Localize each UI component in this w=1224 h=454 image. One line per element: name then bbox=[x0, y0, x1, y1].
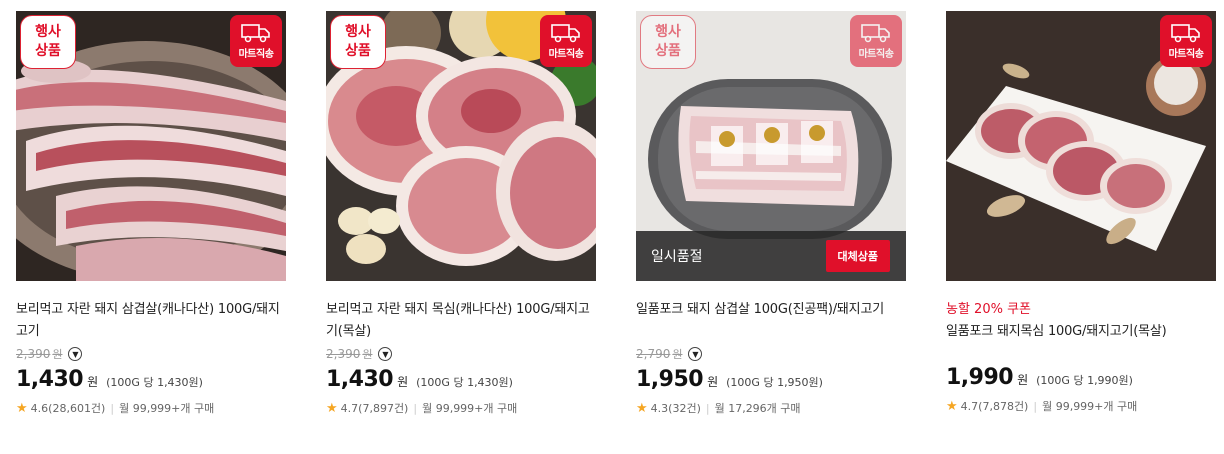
event-badge: 행사 상품 bbox=[640, 15, 696, 69]
rating-row: ★ 4.6 (28,601건) | 월 99,999+개 구매 bbox=[16, 400, 286, 416]
rating-value: 4.3 bbox=[650, 401, 669, 415]
truck-icon bbox=[861, 24, 890, 43]
product-card[interactable]: 행사 상품 마트직송 보리먹고 자란 돼지 삼겹살(캐나다산) 100G/돼지고… bbox=[16, 11, 286, 416]
soldout-overlay: 일시품절 대체상품 bbox=[636, 231, 906, 281]
rating-value: 4.7 bbox=[340, 401, 359, 415]
sale-price: 1,430 bbox=[326, 367, 394, 392]
mart-badge-label: 마트직송 bbox=[238, 49, 274, 60]
currency-label: 원 bbox=[707, 375, 719, 389]
unit-price: (100G 당 1,990원) bbox=[1036, 374, 1133, 387]
original-price: 2,790 bbox=[636, 347, 671, 361]
original-price: 2,390 bbox=[326, 347, 361, 361]
currency-label: 원 bbox=[397, 375, 409, 389]
price-row: 1,990 원 (100G 당 1,990원) bbox=[946, 365, 1216, 390]
product-title[interactable]: 일품포크 돼지 삼겹살 100G(진공팩)/돼지고기 bbox=[636, 299, 906, 343]
mart-badge-label: 마트직송 bbox=[1168, 49, 1204, 60]
original-price-row: 2,390 원 ▼ bbox=[16, 343, 286, 365]
mart-delivery-badge: 마트직송 bbox=[850, 15, 902, 67]
monthly-purchases: 월 17,296개 구매 bbox=[714, 402, 801, 415]
star-icon: ★ bbox=[326, 400, 338, 416]
product-title[interactable]: 보리먹고 자란 돼지 목심(캐나다산) 100G/돼지고기(목살) bbox=[326, 299, 596, 343]
chevron-down-icon[interactable]: ▼ bbox=[68, 347, 83, 361]
review-count: (32건) bbox=[668, 402, 701, 415]
rating-row: ★ 4.7 (7,878건) | 월 99,999+개 구매 bbox=[946, 398, 1216, 414]
original-price-unit: 원 bbox=[52, 348, 63, 361]
mart-delivery-badge: 마트직송 bbox=[540, 15, 592, 67]
product-image[interactable]: 행사 상품 마트직송 bbox=[326, 11, 596, 281]
monthly-purchases: 월 99,999+개 구매 bbox=[1042, 400, 1138, 413]
price-row: 1,430 원 (100G 당 1,430원) bbox=[16, 367, 286, 392]
coupon-promo: 농할 20% 쿠폰 bbox=[946, 302, 1031, 317]
review-count: (7,897건) bbox=[358, 402, 409, 415]
truck-icon bbox=[551, 24, 580, 43]
monthly-purchases: 월 99,999+개 구매 bbox=[119, 402, 215, 415]
star-icon: ★ bbox=[946, 398, 958, 414]
divider: | bbox=[110, 401, 115, 415]
unit-price: (100G 당 1,950원) bbox=[726, 376, 823, 389]
truck-icon bbox=[241, 24, 270, 43]
product-card[interactable]: 마트직송 농할 20% 쿠폰 일품포크 돼지목심 100G/돼지고기(목살) 1… bbox=[946, 11, 1216, 414]
product-card[interactable]: 행사 상품 마트직송 보리먹고 자란 돼지 목심(캐나다산) 100G/돼지고기… bbox=[326, 11, 596, 416]
original-price-unit: 원 bbox=[362, 348, 373, 361]
currency-label: 원 bbox=[1017, 373, 1029, 387]
star-icon: ★ bbox=[636, 400, 648, 416]
product-image[interactable]: 마트직송 bbox=[946, 11, 1216, 281]
divider: | bbox=[1033, 399, 1038, 413]
sale-price: 1,950 bbox=[636, 367, 704, 392]
divider: | bbox=[705, 401, 710, 415]
original-price-row: 2,790 원 ▼ bbox=[636, 343, 906, 365]
review-count: (7,878건) bbox=[978, 400, 1029, 413]
monthly-purchases: 월 99,999+개 구매 bbox=[422, 402, 518, 415]
mart-delivery-badge: 마트직송 bbox=[230, 15, 282, 67]
event-badge: 행사 상품 bbox=[330, 15, 386, 69]
rating-value: 4.7 bbox=[960, 399, 979, 413]
product-grid: 행사 상품 마트직송 보리먹고 자란 돼지 삼겹살(캐나다산) 100G/돼지고… bbox=[0, 0, 1224, 454]
soldout-label: 일시품절 bbox=[651, 249, 703, 265]
mart-badge-label: 마트직송 bbox=[548, 49, 584, 60]
chevron-down-icon[interactable]: ▼ bbox=[378, 347, 393, 361]
sale-price: 1,990 bbox=[946, 365, 1014, 390]
mart-badge-label: 마트직송 bbox=[858, 49, 894, 60]
sale-price: 1,430 bbox=[16, 367, 84, 392]
replacement-product-button[interactable]: 대체상품 bbox=[825, 240, 890, 272]
price-row: 1,950 원 (100G 당 1,950원) bbox=[636, 367, 906, 392]
divider: | bbox=[413, 401, 418, 415]
rating-row: ★ 4.3 (32건) | 월 17,296개 구매 bbox=[636, 400, 906, 416]
unit-price: (100G 당 1,430원) bbox=[106, 376, 203, 389]
star-icon: ★ bbox=[16, 400, 28, 416]
review-count: (28,601건) bbox=[48, 402, 106, 415]
mart-delivery-badge: 마트직송 bbox=[1160, 15, 1212, 67]
event-badge: 행사 상품 bbox=[20, 15, 76, 69]
product-image[interactable]: 행사 상품 마트직송 일시품절 대체상품 bbox=[636, 11, 906, 281]
unit-price: (100G 당 1,430원) bbox=[416, 376, 513, 389]
product-image[interactable]: 행사 상품 마트직송 bbox=[16, 11, 286, 281]
product-card[interactable]: 행사 상품 마트직송 일시품절 대체상품 일품포크 돼지 삼겹살 100G(진공… bbox=[636, 11, 906, 416]
truck-icon bbox=[1171, 24, 1200, 43]
original-price-row: 2,390 원 ▼ bbox=[326, 343, 596, 365]
price-row: 1,430 원 (100G 당 1,430원) bbox=[326, 367, 596, 392]
original-price: 2,390 bbox=[16, 347, 51, 361]
chevron-down-icon[interactable]: ▼ bbox=[688, 347, 703, 361]
original-price-unit: 원 bbox=[672, 348, 683, 361]
product-title[interactable]: 일품포크 돼지목심 100G/돼지고기(목살) bbox=[946, 321, 1216, 343]
product-title[interactable]: 보리먹고 자란 돼지 삼겹살(캐나다산) 100G/돼지고기 bbox=[16, 299, 286, 343]
rating-value: 4.6 bbox=[30, 401, 49, 415]
rating-row: ★ 4.7 (7,897건) | 월 99,999+개 구매 bbox=[326, 400, 596, 416]
currency-label: 원 bbox=[87, 375, 99, 389]
